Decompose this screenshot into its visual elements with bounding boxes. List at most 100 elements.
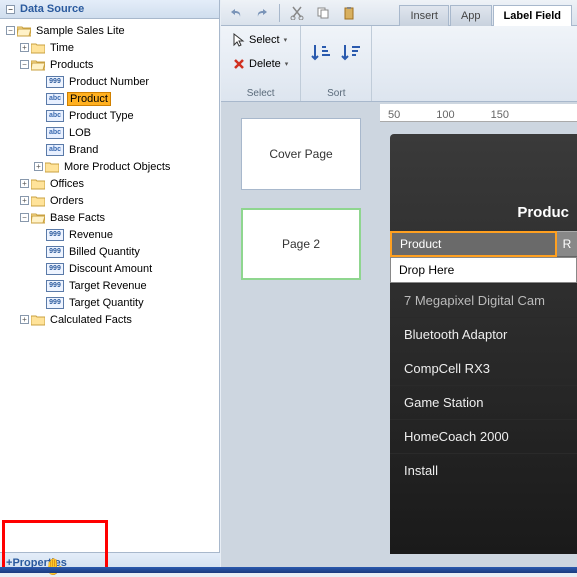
list-item[interactable]: CompCell RX3 <box>390 351 577 385</box>
list-item[interactable]: Bluetooth Adaptor <box>390 317 577 351</box>
tree-item-product-type[interactable]: abc Product Type <box>0 107 219 124</box>
expander-plus-icon[interactable]: + <box>20 43 29 52</box>
tab-insert[interactable]: Insert <box>399 5 449 26</box>
copy-button[interactable] <box>312 3 334 23</box>
tree-item-product[interactable]: abc Product <box>0 90 219 107</box>
tree-label: Brand <box>67 144 100 156</box>
list-item[interactable]: 7 Megapixel Digital Cam <box>390 283 577 317</box>
expander-minus-icon[interactable]: − <box>20 60 29 69</box>
tree-item-billed-qty[interactable]: 999 Billed Quantity <box>0 243 219 260</box>
delete-label: Delete <box>249 58 281 70</box>
data-source-panel: − Data Source − Sample Sales Lite + Time… <box>0 0 220 573</box>
tree-item-offices[interactable]: + Offices <box>0 175 219 192</box>
separator <box>279 4 280 22</box>
tree-label: Base Facts <box>48 212 107 224</box>
tree-label: Product Type <box>67 110 136 122</box>
tree-item-calc-facts[interactable]: + Calculated Facts <box>0 311 219 328</box>
tree-label-selected: Product <box>67 92 111 106</box>
ribbon-group-label: Sort <box>309 86 363 101</box>
status-bar <box>0 567 577 573</box>
cursor-arrow-icon <box>233 33 245 47</box>
preview-title: Produc <box>390 134 577 231</box>
ruler-tick: 100 <box>436 109 454 121</box>
tree-item-revenue[interactable]: 999 Revenue <box>0 226 219 243</box>
folder-icon <box>31 42 45 54</box>
delete-x-icon <box>233 58 245 70</box>
data-source-title: Data Source <box>20 3 84 15</box>
data-source-header[interactable]: − Data Source <box>0 0 219 19</box>
ribbon-group-select: Select ▾ Delete ▾ Select <box>221 26 301 101</box>
tree-item-lob[interactable]: abc LOB <box>0 124 219 141</box>
tree-label: More Product Objects <box>62 161 172 173</box>
expander-plus-icon[interactable]: + <box>34 162 43 171</box>
tree-item-brand[interactable]: abc Brand <box>0 141 219 158</box>
tab-label-field[interactable]: Label Field <box>493 5 572 26</box>
sort-ascending-button[interactable] <box>309 41 333 65</box>
ribbon-tabs: Insert App Label Field <box>399 0 573 26</box>
redo-button[interactable] <box>251 3 273 23</box>
undo-button[interactable] <box>225 3 247 23</box>
expander-plus-icon[interactable]: + <box>20 315 29 324</box>
thumb-page-2[interactable]: Page 2 <box>241 208 361 280</box>
tree-label: Sample Sales Lite <box>34 25 127 37</box>
expander-plus-icon[interactable]: + <box>20 196 29 205</box>
tree-label: Discount Amount <box>67 263 154 275</box>
folder-icon <box>45 161 59 173</box>
sort-descending-button[interactable] <box>339 41 363 65</box>
tree-item-orders[interactable]: + Orders <box>0 192 219 209</box>
folder-open-icon <box>31 59 45 71</box>
tab-app[interactable]: App <box>450 5 492 26</box>
tree-label: Offices <box>48 178 86 190</box>
drop-target[interactable]: Drop Here <box>390 257 577 283</box>
text-field-icon: abc <box>46 110 64 122</box>
tree-root[interactable]: − Sample Sales Lite <box>0 22 219 39</box>
tree-item-target-rev[interactable]: 999 Target Revenue <box>0 277 219 294</box>
tree-label: Product Number <box>67 76 151 88</box>
tree-label: Orders <box>48 195 86 207</box>
folder-open-icon <box>17 25 31 37</box>
ribbon-group-sort: Sort <box>301 26 372 101</box>
thumb-cover-page[interactable]: Cover Page <box>241 118 361 190</box>
text-field-icon: abc <box>46 127 64 139</box>
column-header-r[interactable]: R <box>557 231 577 257</box>
tree-label: LOB <box>67 127 93 139</box>
expander-minus-icon[interactable]: − <box>6 26 15 35</box>
tree-label: Billed Quantity <box>67 246 142 258</box>
tree-label: Target Quantity <box>67 297 146 309</box>
cut-button[interactable] <box>286 3 308 23</box>
expander-minus-icon[interactable]: − <box>20 213 29 222</box>
expander-plus-icon[interactable]: + <box>20 179 29 188</box>
delete-button[interactable]: Delete ▾ <box>229 53 292 75</box>
preview-column-headers: Product R <box>390 231 577 257</box>
ruler-tick: 150 <box>491 109 509 121</box>
numeric-field-icon: 999 <box>46 229 64 241</box>
numeric-field-icon: 999 <box>46 76 64 88</box>
ruler-tick: 50 <box>388 109 400 121</box>
tree-item-discount[interactable]: 999 Discount Amount <box>0 260 219 277</box>
text-field-icon: abc <box>46 93 64 105</box>
folder-icon <box>31 178 45 190</box>
folder-icon <box>31 195 45 207</box>
ribbon-group-label: Select <box>229 86 292 101</box>
folder-open-icon <box>31 212 45 224</box>
ribbon: Select ▾ Delete ▾ Select Sort <box>221 26 577 102</box>
page-thumbnails: Cover Page Page 2 <box>221 102 381 573</box>
column-header-product[interactable]: Product <box>390 231 557 257</box>
tree-item-product-number[interactable]: 999 Product Number <box>0 73 219 90</box>
tree-item-more-products[interactable]: + More Product Objects <box>0 158 219 175</box>
collapse-icon[interactable]: − <box>6 5 15 14</box>
tree-item-base-facts[interactable]: − Base Facts <box>0 209 219 226</box>
tree-label: Target Revenue <box>67 280 149 292</box>
tree-item-products[interactable]: − Products <box>0 56 219 73</box>
list-item[interactable]: Install <box>390 453 577 487</box>
list-item[interactable]: HomeCoach 2000 <box>390 419 577 453</box>
select-label: Select <box>249 34 280 46</box>
select-button[interactable]: Select ▾ <box>229 29 292 51</box>
paste-button[interactable] <box>338 3 360 23</box>
horizontal-ruler: 50 100 150 <box>380 104 577 122</box>
tree-item-time[interactable]: + Time <box>0 39 219 56</box>
tree-item-target-qty[interactable]: 999 Target Quantity <box>0 294 219 311</box>
folder-icon <box>31 314 45 326</box>
device-preview: Produc Product R Drop Here 7 Megapixel D… <box>390 134 577 554</box>
list-item[interactable]: Game Station <box>390 385 577 419</box>
